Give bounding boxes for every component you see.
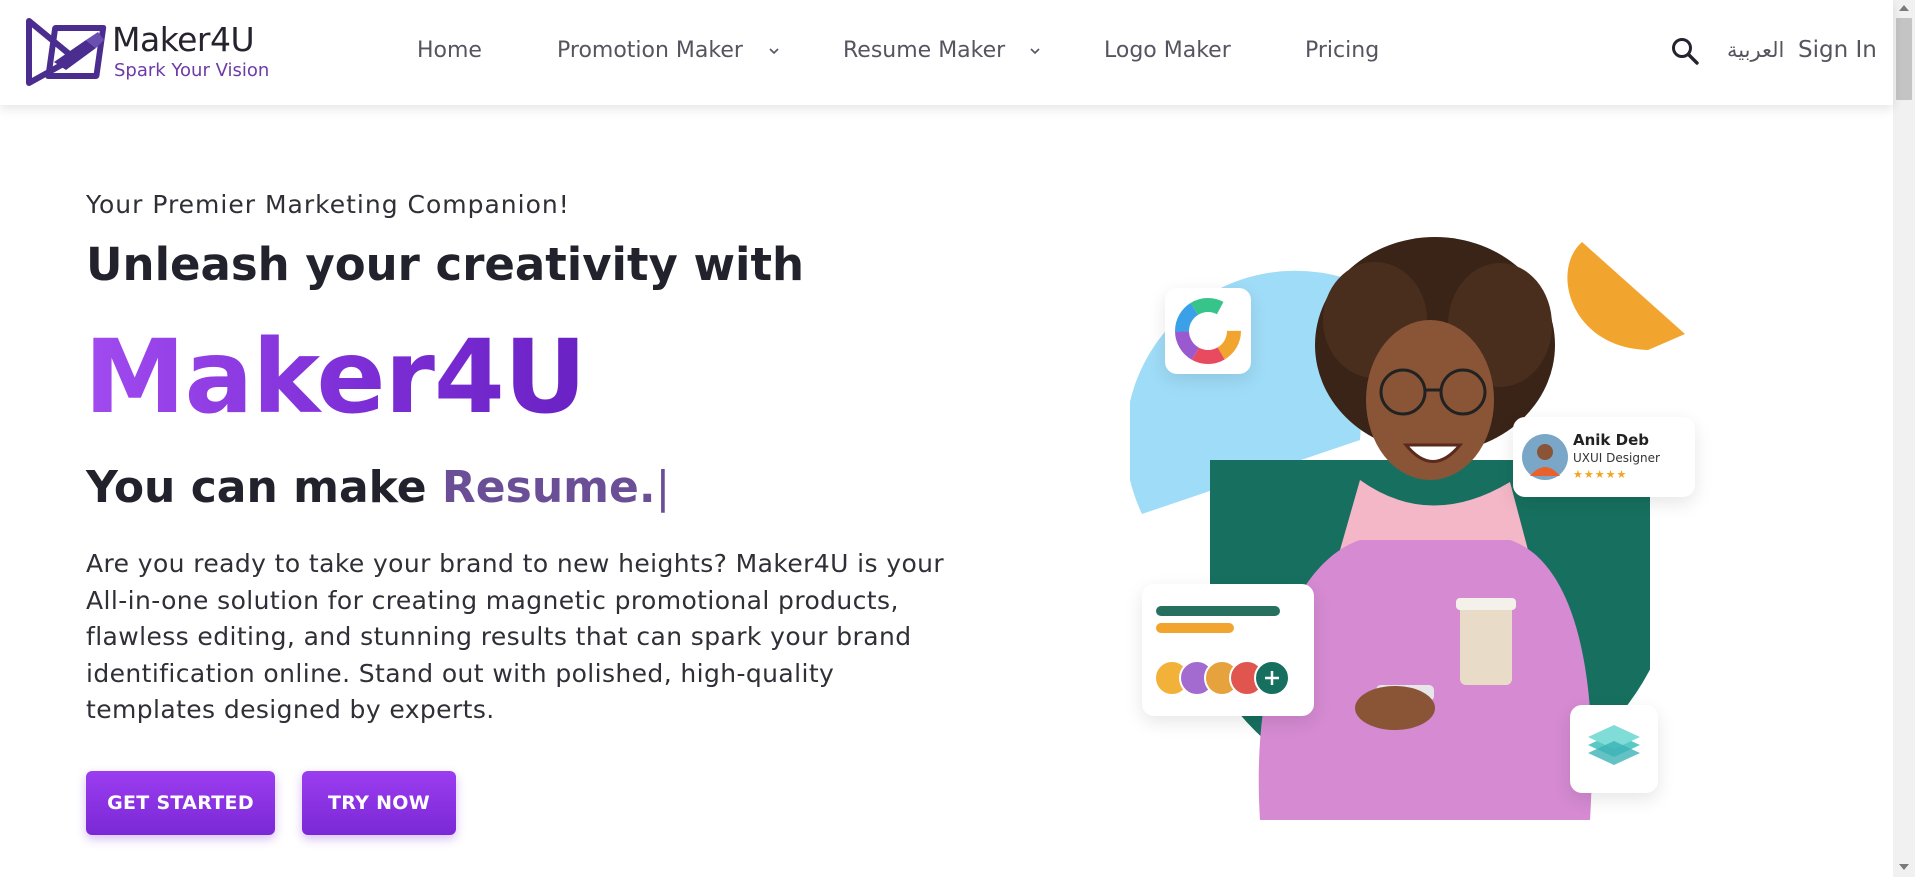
team-avatars xyxy=(1154,660,1290,696)
progress-bar-orange xyxy=(1156,623,1234,633)
team-card xyxy=(1142,584,1314,716)
hero-description: Are you ready to take your brand to new … xyxy=(86,549,945,724)
language-switch[interactable]: العربية xyxy=(1727,38,1784,62)
profile-role: UXUI Designer xyxy=(1573,451,1660,465)
color-wheel-card xyxy=(1165,288,1251,374)
make-typed-word: Resume. xyxy=(441,462,656,513)
rating-stars: ★★★★★ xyxy=(1573,468,1628,481)
profile-name: Anik Deb xyxy=(1573,431,1649,449)
profile-card: Anik Deb UXUI Designer ★★★★★ xyxy=(1513,417,1695,497)
nav-logo-maker[interactable]: Logo Maker xyxy=(1104,38,1231,63)
hero-eyebrow: Your Premier Marketing Companion! xyxy=(86,190,570,219)
hero-headline: Unleash your creativity with xyxy=(86,238,805,291)
layers-icon xyxy=(1588,725,1640,765)
color-wheel-icon xyxy=(1175,298,1241,364)
chevron-down-icon[interactable] xyxy=(1029,45,1041,57)
nav-pricing[interactable]: Pricing xyxy=(1305,38,1379,63)
make-prefix: You can make xyxy=(86,462,427,513)
scroll-down-icon[interactable] xyxy=(1899,864,1909,870)
nav-promotion-maker[interactable]: Promotion Maker xyxy=(557,38,743,63)
nav-resume-maker[interactable]: Resume Maker xyxy=(843,38,1005,63)
progress-bar-teal xyxy=(1156,606,1280,616)
logo[interactable]: Maker4U Spark Your Vision xyxy=(26,18,276,88)
hero-illustration: Anik Deb UXUI Designer ★★★★★ xyxy=(1130,230,1700,820)
search-icon[interactable] xyxy=(1670,36,1700,66)
avatar xyxy=(1522,434,1568,480)
site-header: Maker4U Spark Your Vision Home Promotion… xyxy=(0,0,1893,105)
logo-name: Maker4U xyxy=(112,20,255,59)
page-scrollbar[interactable] xyxy=(1893,0,1915,877)
layers-card xyxy=(1570,705,1658,793)
try-now-button[interactable]: TRY NOW xyxy=(302,771,456,835)
sign-in-link[interactable]: Sign In xyxy=(1798,37,1877,63)
typing-caret: | xyxy=(655,462,671,513)
scroll-thumb[interactable] xyxy=(1896,18,1912,100)
get-started-button[interactable]: GET STARTED xyxy=(86,771,275,835)
scroll-up-icon[interactable] xyxy=(1899,5,1909,11)
logo-tagline: Spark Your Vision xyxy=(114,60,270,81)
hero-brand-name: Maker4U xyxy=(84,318,587,437)
chevron-down-icon[interactable] xyxy=(768,45,780,57)
hero-make-line: You can make Resume.| xyxy=(86,462,670,513)
logo-pen-icon xyxy=(26,18,107,86)
nav-home[interactable]: Home xyxy=(417,38,482,63)
